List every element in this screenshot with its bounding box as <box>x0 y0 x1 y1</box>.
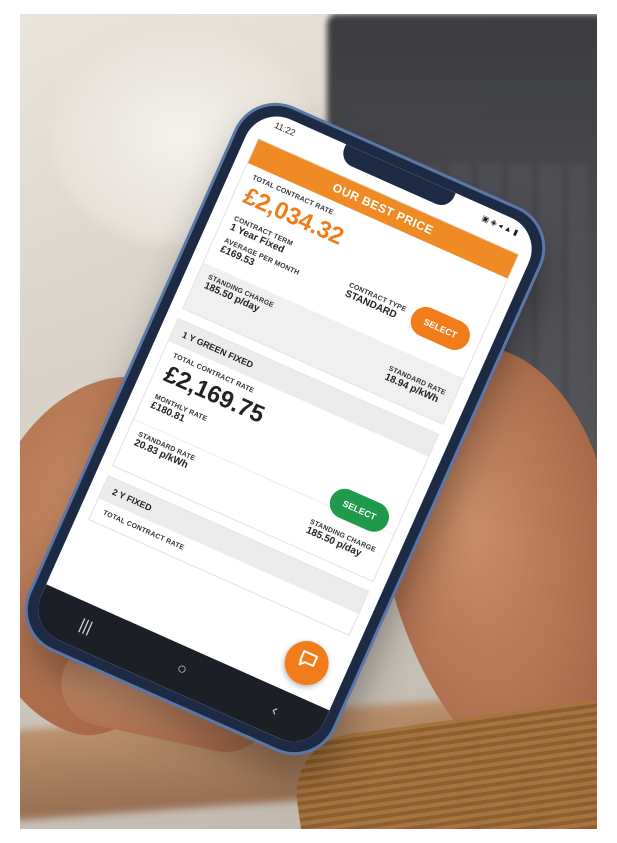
photo-background: 11:22 ▣ ◈ ◂ ▲ ▮ OUR BEST PRICE TOTAL CON… <box>20 14 597 829</box>
recent-apps-icon[interactable]: ||| <box>76 616 95 638</box>
chat-button[interactable] <box>277 634 336 693</box>
home-icon[interactable]: ○ <box>174 660 190 680</box>
status-time: 11:22 <box>272 120 297 139</box>
back-icon[interactable]: ‹ <box>268 702 281 721</box>
chat-bubble-icon <box>292 647 321 679</box>
